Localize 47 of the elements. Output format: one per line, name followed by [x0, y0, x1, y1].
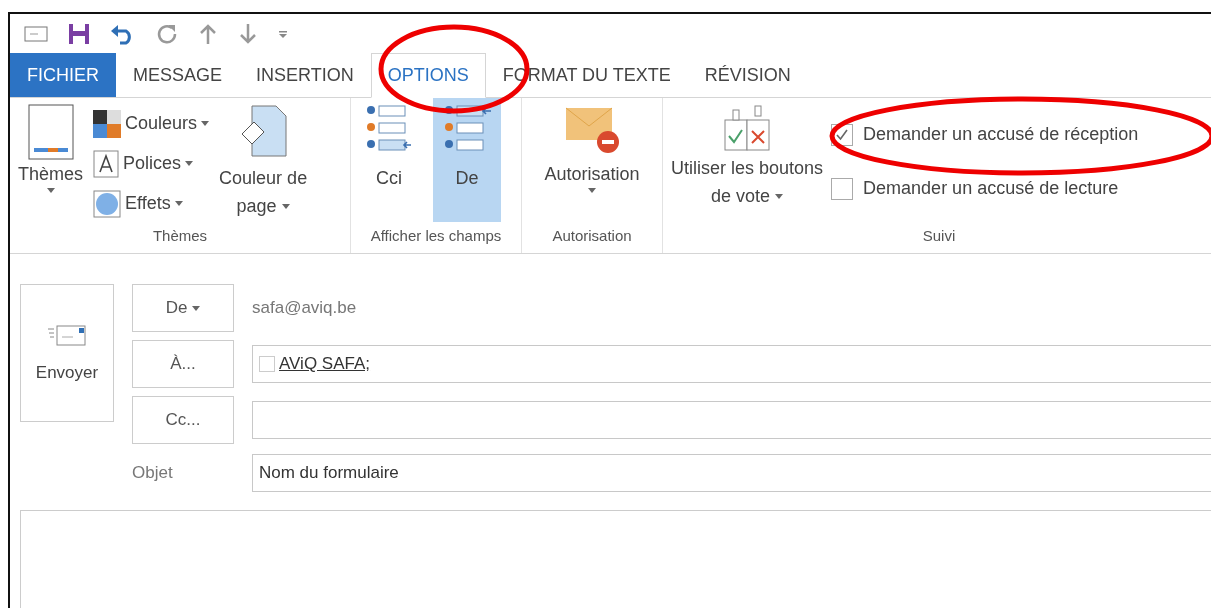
font-letter-icon	[93, 149, 120, 178]
caret-icon	[281, 204, 290, 210]
tracking-checkbox[interactable]: Demander un accusé de lecture	[831, 161, 1139, 216]
permission-button[interactable]: Autorisation	[540, 103, 644, 193]
group-label: Thèmes	[151, 227, 209, 246]
circle-effect-icon	[93, 189, 122, 218]
caret-icon	[192, 306, 201, 311]
envelope-icon	[24, 24, 48, 43]
send-button[interactable]: Envoyer	[20, 284, 114, 422]
redo-icon	[156, 22, 178, 45]
contact-icon	[259, 356, 275, 372]
themes-icon	[27, 103, 74, 160]
group-label: Afficher les champs	[369, 227, 503, 246]
ribbon-tab[interactable]: OPTIONS	[370, 53, 486, 98]
caret-icon	[185, 161, 194, 167]
subject-field[interactable]: Nom du formulaire	[252, 454, 1211, 492]
to-button[interactable]: À...	[132, 340, 234, 388]
file-tab[interactable]: FICHIER	[10, 53, 116, 97]
customize-icon	[278, 28, 288, 39]
checkbox[interactable]	[831, 177, 854, 200]
page-color-button[interactable]: Couleur de page	[215, 103, 312, 220]
to-field[interactable]: AViQ SAFA;	[252, 345, 1211, 383]
from-address: safa@aviq.be	[252, 298, 358, 318]
show-field-button[interactable]: De	[433, 97, 501, 222]
subject-label: Objet	[132, 463, 174, 483]
up-arrow-icon	[198, 22, 218, 45]
send-envelope-icon	[47, 323, 87, 347]
theme-option-button[interactable]: Polices	[93, 143, 210, 184]
color-squares-icon	[93, 109, 122, 138]
cc-button[interactable]: Cc...	[132, 396, 234, 444]
checkmark-icon	[835, 127, 850, 142]
recipient-link[interactable]: AViQ SAFA;	[279, 354, 371, 374]
caret-icon	[775, 194, 784, 200]
voting-buttons-button[interactable]: Utiliser les boutons de vote	[667, 103, 828, 210]
group-label: Suivi	[922, 227, 956, 246]
cc-field[interactable]	[252, 401, 1211, 439]
from-button[interactable]: De	[132, 284, 234, 332]
theme-option-button[interactable]: Couleurs	[93, 103, 210, 144]
themes-button[interactable]: Thèmes	[14, 103, 88, 193]
caret-icon	[201, 121, 210, 127]
theme-option-button[interactable]: Effets	[93, 183, 210, 224]
show-field-button[interactable]: Cci	[355, 97, 423, 192]
group-label: Autorisation	[551, 227, 633, 246]
caret-icon	[46, 187, 55, 193]
caret-icon	[174, 201, 183, 207]
caret-icon	[588, 187, 596, 193]
down-arrow-icon	[238, 22, 258, 45]
